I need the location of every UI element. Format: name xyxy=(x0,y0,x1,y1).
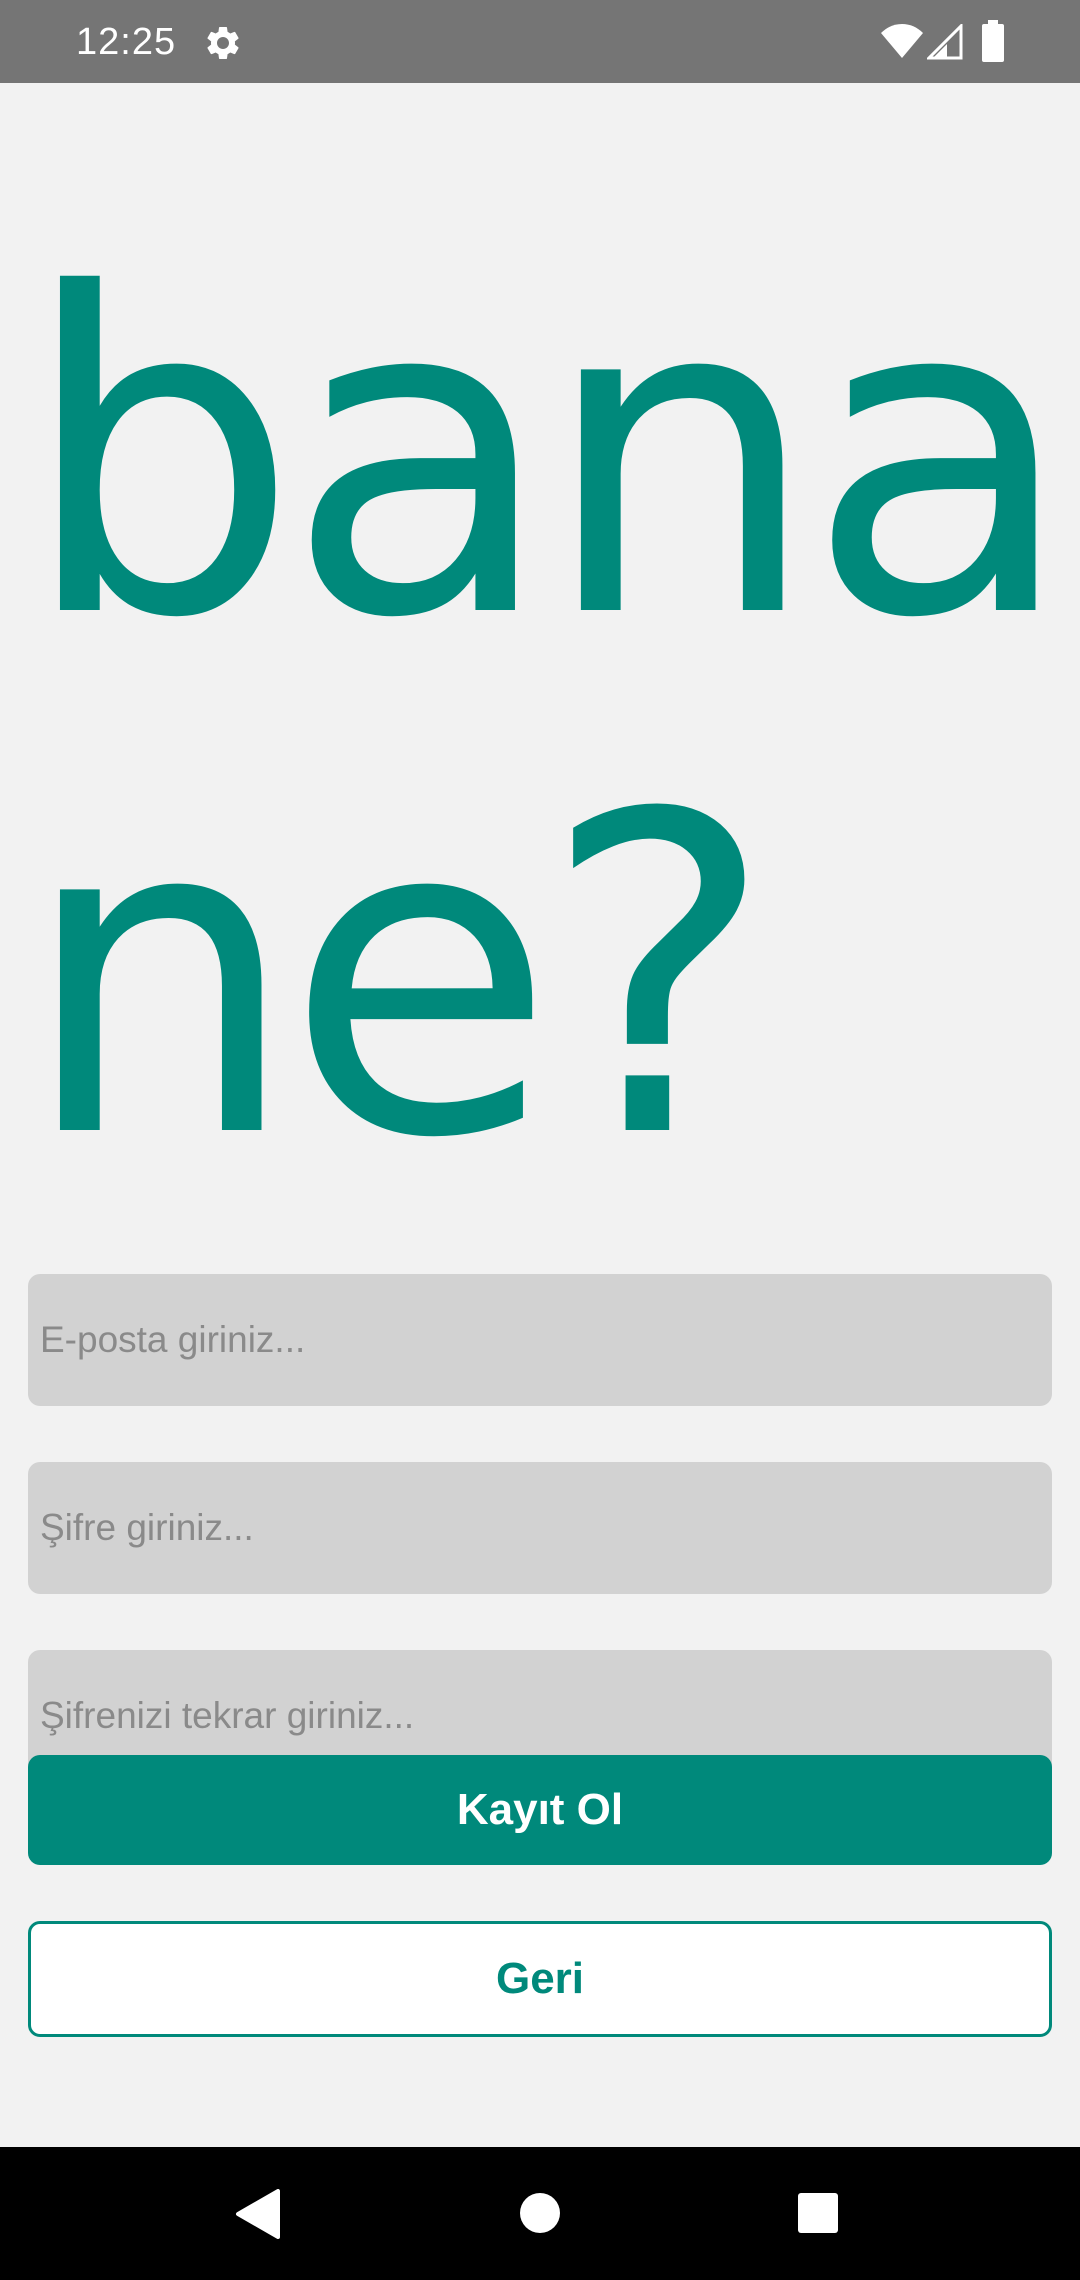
battery-icon xyxy=(982,20,1004,62)
email-input[interactable] xyxy=(28,1274,1052,1406)
status-time: 12:25 xyxy=(76,21,177,63)
navigation-bar xyxy=(0,2147,1080,2280)
app-logo-title: bana ne? xyxy=(20,202,1075,1234)
back-icon[interactable] xyxy=(234,2189,280,2239)
home-icon[interactable] xyxy=(519,2192,561,2234)
status-bar: 12:25 xyxy=(0,0,1080,83)
register-button[interactable]: Kayıt Ol xyxy=(28,1755,1052,1865)
wifi-icon xyxy=(881,24,923,58)
signal-icon xyxy=(927,24,963,60)
recents-icon[interactable] xyxy=(797,2192,839,2234)
gear-icon xyxy=(207,26,239,59)
back-button[interactable]: Geri xyxy=(28,1921,1052,2037)
password-input[interactable] xyxy=(28,1462,1052,1594)
